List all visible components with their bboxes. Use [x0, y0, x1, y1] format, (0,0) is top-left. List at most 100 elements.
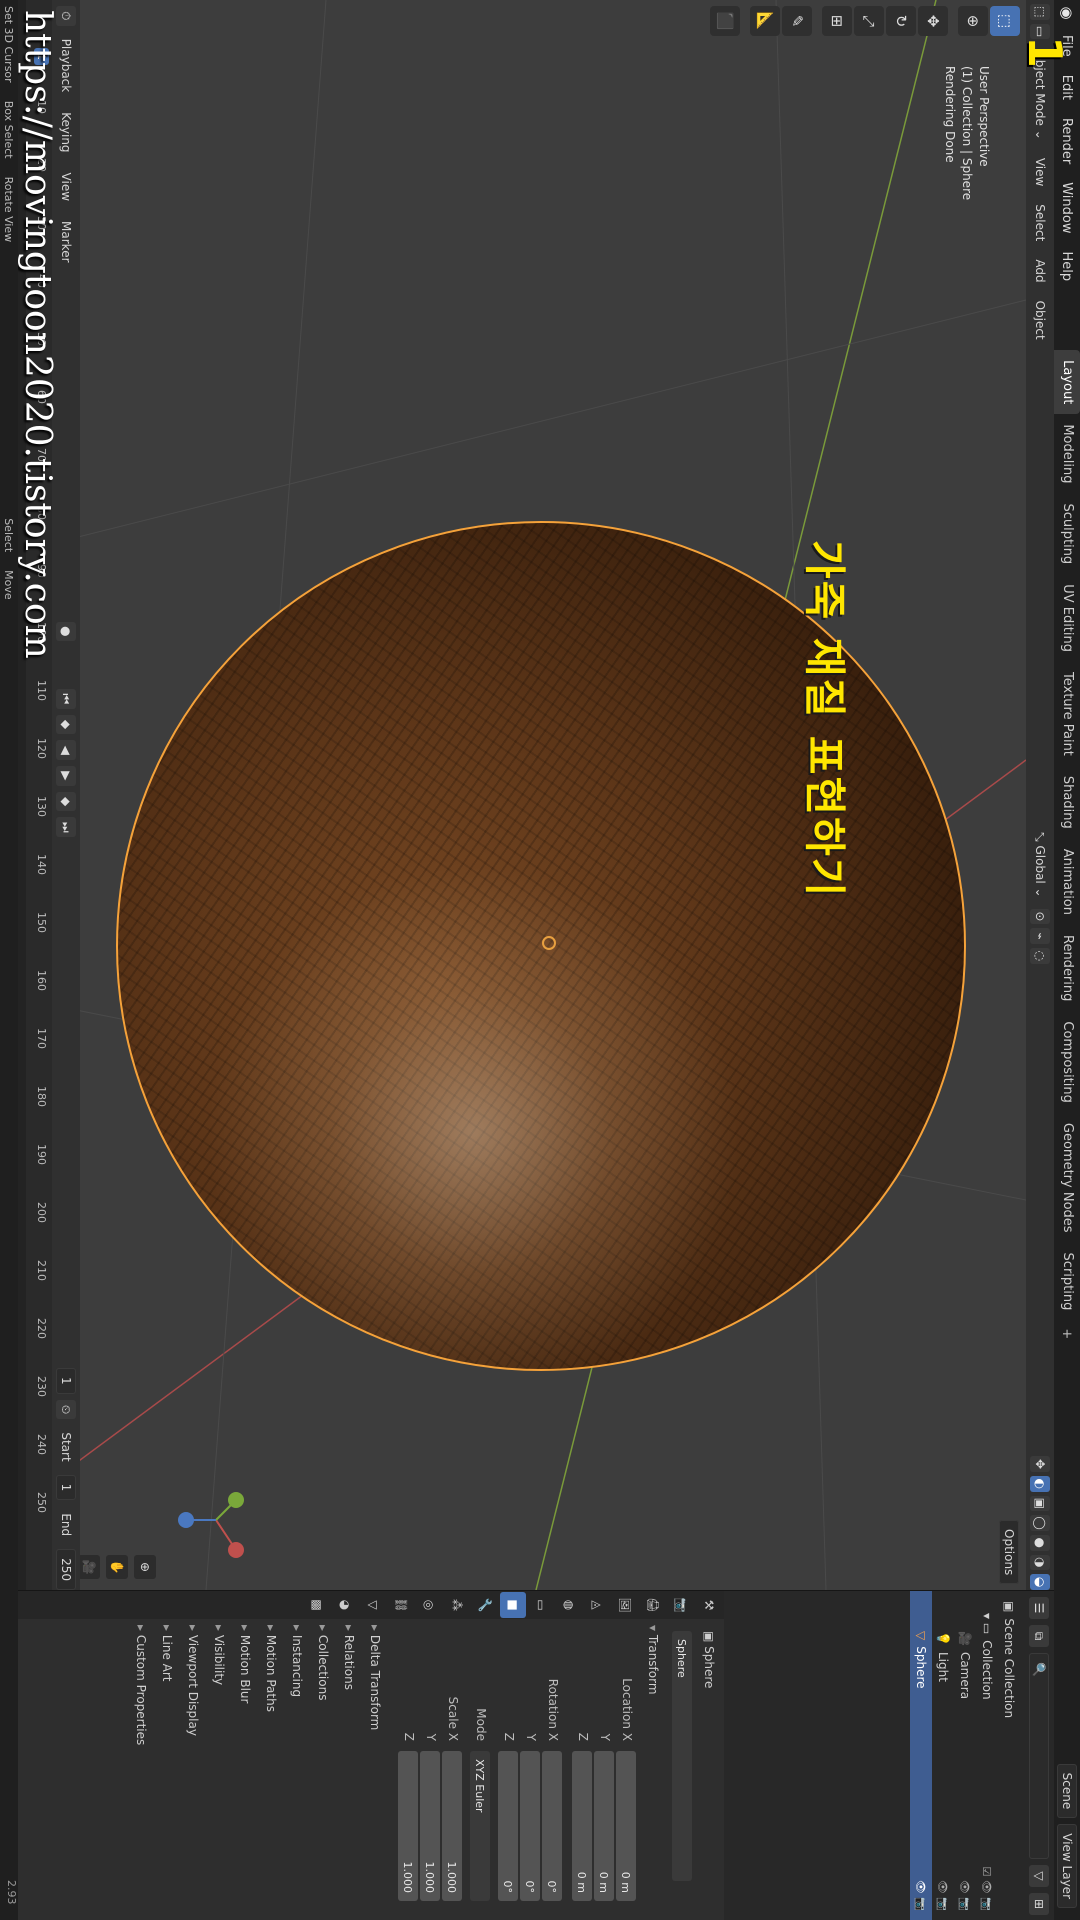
gizmo-z-icon[interactable] — [178, 1512, 194, 1528]
add-cube-tool-icon[interactable]: ⬛ — [710, 6, 740, 36]
menu-render[interactable]: Render — [1060, 109, 1075, 173]
tab-texture-paint[interactable]: Texture Paint — [1054, 662, 1080, 766]
output-tab-icon[interactable]: 🖨 — [640, 1592, 666, 1618]
location-y-field[interactable]: 0 m — [594, 1751, 614, 1901]
filter-icon[interactable]: ▽ — [1029, 1865, 1049, 1887]
outliner-row-camera[interactable]: 🎥 Camera 👁 📷 — [954, 1591, 976, 1920]
scale-z-field[interactable]: 1.000 — [398, 1751, 418, 1901]
measure-tool-icon[interactable]: 📐 — [750, 6, 780, 36]
shading-wireframe-icon[interactable]: ◯ — [1030, 1515, 1050, 1531]
navigation-gizmo[interactable] — [166, 1470, 266, 1570]
options-dropdown[interactable]: Options — [999, 1520, 1020, 1585]
section-viewport-display[interactable]: Viewport Display — [186, 1625, 200, 1736]
add-workspace-button[interactable]: + — [1060, 1320, 1075, 1347]
tab-layout[interactable]: Layout — [1054, 350, 1080, 415]
viewport-menu-object[interactable]: Object — [1031, 294, 1049, 347]
timeline-menu-keying[interactable]: Keying — [57, 105, 75, 159]
pivot-icon[interactable]: ⊙ — [1030, 908, 1050, 925]
outliner-row-scene-collection[interactable]: ▣ Scene Collection — [998, 1591, 1020, 1920]
row-visibility-icons[interactable]: 👁 📷 — [959, 1880, 972, 1920]
move-tool-icon[interactable]: ✥ — [918, 6, 948, 36]
object-name-field[interactable]: Sphere — [672, 1631, 692, 1881]
3d-viewport[interactable]: User Perspective (1) Collection | Sphere… — [26, 0, 1026, 1590]
scale-x-field[interactable]: 1.000 — [442, 1751, 462, 1901]
rotation-z-field[interactable]: 0° — [498, 1751, 518, 1901]
section-instancing[interactable]: Instancing — [290, 1625, 304, 1697]
zoom-icon[interactable]: ⊕ — [134, 1555, 156, 1579]
record-icon[interactable]: ● — [56, 621, 76, 642]
start-frame-field[interactable]: 1 — [56, 1474, 76, 1501]
scene-selector[interactable]: Scene — [1057, 1763, 1077, 1819]
tab-geometry-nodes[interactable]: Geometry Nodes — [1054, 1113, 1080, 1243]
particles-tab-icon[interactable]: ⁂ — [444, 1592, 470, 1618]
timeline-menu-playback[interactable]: Playback — [57, 32, 75, 100]
material-tab-icon[interactable]: ◕ — [332, 1592, 358, 1618]
tool-tab-icon[interactable]: ⚒ — [696, 1592, 722, 1618]
menu-help[interactable]: Help — [1060, 243, 1075, 291]
section-motion-blur[interactable]: Motion Blur — [238, 1625, 252, 1704]
preview-range-icon[interactable]: ⏲ — [56, 1399, 76, 1420]
constraints-tab-icon[interactable]: ⛓ — [388, 1592, 414, 1618]
orientation-dropdown[interactable]: ⤡ Global ⌄ — [1031, 825, 1050, 905]
view-layer-selector[interactable]: View Layer — [1057, 1824, 1077, 1908]
gizmo-y-icon[interactable] — [228, 1492, 244, 1508]
tab-rendering[interactable]: Rendering — [1054, 925, 1080, 1011]
world-tab-icon[interactable]: ◍ — [556, 1592, 582, 1618]
timeline-editor-icon[interactable]: ⏱ — [56, 6, 76, 26]
prev-keyframe-icon[interactable]: ◆ — [56, 714, 76, 735]
render-tab-icon[interactable]: 📷 — [668, 1592, 694, 1618]
modifier-tab-icon[interactable]: 🔧 — [472, 1592, 498, 1618]
scale-tool-icon[interactable]: ⤢ — [854, 6, 884, 36]
play-icon[interactable]: ▶ — [56, 766, 76, 786]
cursor-tool-icon[interactable]: ⊕ — [958, 6, 988, 36]
jump-start-icon[interactable]: ⏮ — [56, 688, 76, 709]
editor-type-icon[interactable]: ⬚ — [1030, 4, 1050, 20]
rotation-mode-dropdown[interactable]: XYZ Euler — [470, 1751, 490, 1901]
3d-cursor-icon[interactable] — [542, 936, 556, 950]
current-frame-field[interactable]: 1 — [56, 1368, 76, 1394]
tab-animation[interactable]: Animation — [1054, 839, 1080, 925]
tab-sculpting[interactable]: Sculpting — [1054, 493, 1080, 574]
shading-material-icon[interactable]: ◑ — [1030, 1554, 1050, 1571]
section-relations[interactable]: Relations — [342, 1625, 356, 1690]
object-tab-icon[interactable]: ■ — [500, 1592, 526, 1618]
camera-view-icon[interactable]: 🎥 — [78, 1555, 100, 1579]
jump-end-icon[interactable]: ⏭ — [56, 817, 76, 838]
next-keyframe-icon[interactable]: ◆ — [56, 791, 76, 812]
tab-compositing[interactable]: Compositing — [1054, 1011, 1080, 1113]
physics-tab-icon[interactable]: ◎ — [416, 1592, 442, 1618]
overlays-icon[interactable]: ◐ — [1030, 1475, 1050, 1492]
section-line-art[interactable]: Line Art — [160, 1625, 174, 1682]
scene-tab-icon[interactable]: ◬ — [584, 1592, 610, 1618]
tab-uv-editing[interactable]: UV Editing — [1054, 574, 1080, 662]
location-x-field[interactable]: 0 m — [616, 1751, 636, 1901]
rotate-tool-icon[interactable]: ↻ — [886, 6, 916, 36]
new-collection-icon[interactable]: ⊞ — [1029, 1893, 1049, 1915]
scale-y-field[interactable]: 1.000 — [420, 1751, 440, 1901]
play-reverse-icon[interactable]: ◀ — [56, 740, 76, 761]
section-transform[interactable]: Transform — [646, 1625, 660, 1695]
tab-shading[interactable]: Shading — [1054, 766, 1080, 839]
rotation-x-field[interactable]: 0° — [542, 1751, 562, 1901]
shading-solid-icon[interactable]: ● — [1030, 1534, 1050, 1551]
transform-tool-icon[interactable]: ⊞ — [822, 6, 852, 36]
tab-scripting[interactable]: Scripting — [1054, 1243, 1080, 1321]
section-visibility[interactable]: Visibility — [212, 1625, 226, 1685]
timeline-menu-marker[interactable]: Marker — [57, 214, 75, 269]
blender-logo-icon[interactable]: ◉ — [1058, 0, 1076, 26]
viewport-menu-select[interactable]: Select — [1031, 197, 1049, 248]
section-delta-transform[interactable]: Delta Transform — [368, 1625, 382, 1731]
section-motion-paths[interactable]: Motion Paths — [264, 1625, 278, 1712]
outliner-search-input[interactable]: 🔍 — [1029, 1653, 1049, 1859]
data-tab-icon[interactable]: ▽ — [360, 1592, 386, 1618]
select-box-tool-icon[interactable]: ⬚ — [990, 6, 1020, 36]
pan-hand-icon[interactable]: ✋ — [106, 1555, 128, 1579]
section-custom-properties[interactable]: Custom Properties — [134, 1625, 148, 1745]
view-layer-tab-icon[interactable]: 🖼 — [612, 1592, 638, 1618]
location-z-field[interactable]: 0 m — [572, 1751, 592, 1901]
rotation-y-field[interactable]: 0° — [520, 1751, 540, 1901]
tab-modeling[interactable]: Modeling — [1054, 414, 1080, 493]
collection-tab-icon[interactable]: ▭ — [528, 1592, 554, 1618]
outliner-row-collection[interactable]: ▾ ▭ Collection ☑ 👁 📷 — [976, 1591, 998, 1920]
snap-icon[interactable]: ⌁ — [1030, 928, 1050, 944]
